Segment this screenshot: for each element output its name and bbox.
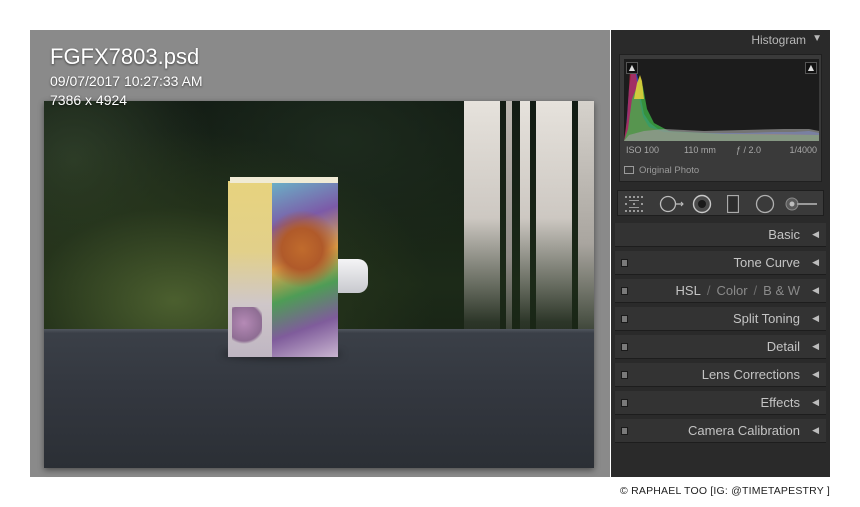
- graduated-filter-icon[interactable]: [724, 191, 742, 217]
- panel-switch-icon[interactable]: [621, 343, 628, 351]
- panel-switch-icon[interactable]: [621, 287, 628, 295]
- exif-aperture: ƒ / 2.0: [736, 145, 762, 155]
- panel-switch-icon[interactable]: [621, 315, 628, 323]
- histogram-title: Histogram: [751, 33, 806, 47]
- section-hsl[interactable]: HSL / Color / B & W ◀: [615, 279, 826, 303]
- color-tab[interactable]: Color: [716, 283, 747, 298]
- section-lens-corrections[interactable]: Lens Corrections ◀: [615, 363, 826, 387]
- photo-credit: © RAPHAEL TOO [IG: @TIMETAPESTRY ]: [620, 485, 830, 497]
- panel-switch-icon[interactable]: [621, 259, 628, 267]
- photo-box-side: [228, 181, 272, 357]
- section-label: Basic: [768, 227, 800, 242]
- capture-datetime: 09/07/2017 10:27:33 AM: [50, 73, 203, 89]
- histogram-chart: [624, 63, 819, 141]
- bw-tab[interactable]: B & W: [763, 283, 800, 298]
- file-name: FGFX7803.psd: [50, 44, 200, 69]
- adjustment-brush-icon[interactable]: [784, 191, 820, 217]
- section-label: Detail: [766, 339, 800, 354]
- photo-box-top: [230, 177, 338, 183]
- triangle-left-icon[interactable]: ◀: [812, 397, 819, 408]
- original-photo-label: Original Photo: [639, 165, 700, 176]
- section-tone-curve[interactable]: Tone Curve ◀: [615, 251, 826, 275]
- shadow-clipping-icon[interactable]: ▲: [626, 62, 638, 74]
- triangle-down-icon[interactable]: ▼: [812, 33, 822, 44]
- section-split-toning[interactable]: Split Toning ◀: [615, 307, 826, 331]
- red-eye-icon[interactable]: [690, 191, 714, 217]
- section-label: Lens Corrections: [701, 367, 800, 382]
- photo-post: [578, 101, 594, 361]
- section-label: Camera Calibration: [688, 423, 800, 438]
- section-label: Effects: [760, 395, 800, 410]
- photo-post: [520, 101, 530, 361]
- original-photo-toggle[interactable]: Original Photo: [624, 165, 699, 176]
- triangle-left-icon[interactable]: ◀: [812, 313, 819, 324]
- photo-flower-print: [232, 307, 262, 347]
- triangle-left-icon[interactable]: ◀: [812, 369, 819, 380]
- photo-post: [464, 101, 500, 361]
- exif-info: ISO 100 110 mm ƒ / 2.0 1/4000: [624, 145, 819, 159]
- section-detail[interactable]: Detail ◀: [615, 335, 826, 359]
- exif-shutter: 1/4000: [789, 145, 817, 155]
- image-dimensions: 7386 x 4924: [50, 92, 128, 108]
- photo-preview[interactable]: [44, 101, 594, 468]
- exif-focal-length: 110 mm: [684, 145, 716, 155]
- panel-switch-icon[interactable]: [621, 399, 628, 407]
- hsl-separator: /: [706, 283, 711, 298]
- highlight-clipping-icon[interactable]: ▲: [805, 62, 817, 74]
- section-camera-calibration[interactable]: Camera Calibration ◀: [615, 419, 826, 443]
- histogram-gray-luminance: [624, 129, 819, 141]
- exif-iso: ISO 100: [626, 145, 660, 155]
- checkbox-icon[interactable]: [624, 166, 634, 174]
- hsl-separator: /: [753, 283, 758, 298]
- section-effects[interactable]: Effects ◀: [615, 391, 826, 415]
- triangle-left-icon[interactable]: ◀: [812, 341, 819, 352]
- section-label: Tone Curve: [733, 255, 800, 270]
- crop-overlay-icon[interactable]: [624, 191, 646, 217]
- histogram-panel: ▲ ▲ ISO 100 110 mm ƒ / 2.0 1/4000 Origin…: [619, 54, 822, 182]
- triangle-left-icon[interactable]: ◀: [812, 257, 819, 268]
- histogram-header[interactable]: Histogram ▼: [611, 30, 830, 50]
- tool-strip: [617, 190, 824, 216]
- photo-post: [506, 101, 512, 361]
- photo-tissue: [338, 259, 368, 293]
- section-basic[interactable]: Basic ◀: [615, 223, 826, 247]
- photo-canvas: FGFX7803.psd 09/07/2017 10:27:33 AM 7386…: [30, 30, 610, 477]
- spot-removal-icon[interactable]: [658, 191, 686, 217]
- panel-switch-icon[interactable]: [621, 427, 628, 435]
- photo-post: [536, 101, 572, 361]
- develop-panel: Histogram ▼ ▲ ▲ ISO 100 110 mm ƒ / 2.0 1…: [611, 30, 830, 477]
- section-label: HSL / Color / B & W: [676, 283, 800, 298]
- hsl-tab[interactable]: HSL: [676, 283, 701, 298]
- radial-filter-icon[interactable]: [754, 191, 776, 217]
- triangle-left-icon[interactable]: ◀: [812, 229, 819, 240]
- histogram-graph[interactable]: ▲ ▲: [624, 59, 819, 141]
- section-label: Split Toning: [733, 311, 800, 326]
- photo-box-front: [272, 179, 338, 357]
- panel-switch-icon[interactable]: [621, 371, 628, 379]
- triangle-left-icon[interactable]: ◀: [812, 285, 819, 296]
- triangle-left-icon[interactable]: ◀: [812, 425, 819, 436]
